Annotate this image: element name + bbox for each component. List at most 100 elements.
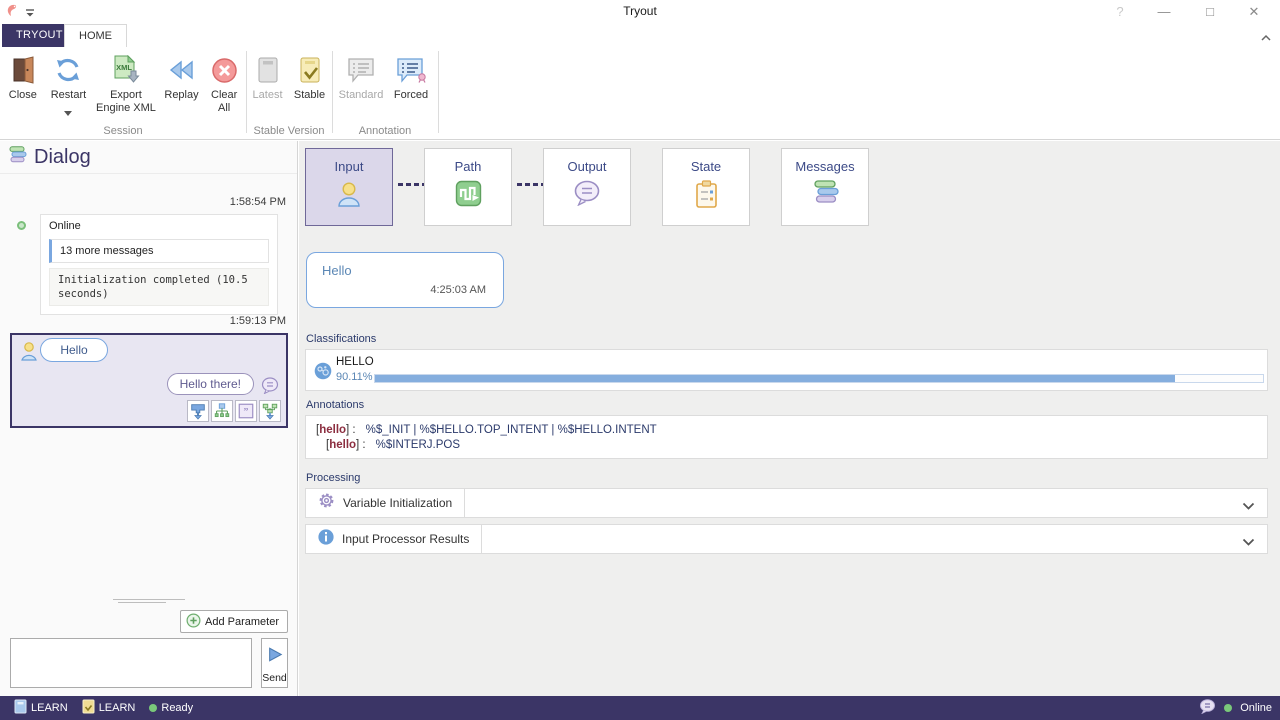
export-engine-xml-button[interactable]: XML Export Engine XML: [93, 51, 158, 123]
restart-icon: [54, 53, 82, 87]
show-output-text-button[interactable]: ”: [235, 400, 257, 422]
person-icon: [335, 180, 363, 213]
user-message-bubble[interactable]: Hello: [40, 338, 108, 362]
processing-row-header: Variable Initialization: [306, 489, 465, 517]
answer-bubble-icon: [261, 377, 279, 399]
ribbon-button-label: Latest: [253, 89, 283, 102]
bracket: ] :: [346, 424, 356, 436]
expand-chevron-icon[interactable]: [1242, 498, 1255, 516]
path-icon: [455, 180, 482, 212]
ribbon-button-label: Standard: [339, 89, 384, 102]
show-path-button[interactable]: [259, 400, 281, 422]
messages-icon: [812, 180, 839, 209]
show-flow-button[interactable]: [211, 400, 233, 422]
ribbon-button-label: Replay: [164, 89, 198, 102]
ready-dot-icon: [149, 704, 157, 712]
card-label: Messages: [795, 159, 854, 174]
annotations-panel: [hello] :%$_INIT | %$HELLO.TOP_INTENT | …: [305, 415, 1268, 459]
info-icon: [318, 529, 334, 550]
svg-text:”: ”: [244, 407, 249, 418]
xml-document-icon: XML: [112, 53, 140, 87]
expand-chevron-icon[interactable]: [1242, 534, 1255, 552]
close-session-button[interactable]: Close: [2, 51, 44, 123]
book-blue-icon: [14, 699, 27, 717]
maximize-button[interactable]: □: [1190, 0, 1230, 24]
ribbon-group-session: Close Restart XML Export Engine XML: [2, 47, 244, 139]
send-label: Send: [262, 672, 287, 684]
tab-card-output[interactable]: Output: [543, 148, 631, 226]
show-input-button[interactable]: [187, 400, 209, 422]
tab-home[interactable]: HOME: [64, 24, 127, 47]
send-icon: [267, 646, 283, 668]
quote-icon: ”: [237, 402, 255, 420]
processing-row-variable-initialization[interactable]: Variable Initialization: [305, 488, 1268, 518]
input-text: Hello: [322, 263, 352, 278]
system-message-group[interactable]: Online 13 more messages Initialization c…: [40, 214, 278, 315]
status-item-learn-latest[interactable]: LEARN: [14, 699, 68, 717]
selected-dialog-turn[interactable]: Hello Hello there! ”: [10, 333, 288, 428]
annotation-key: hello: [319, 424, 346, 436]
ribbon-group-label: Stable Version: [248, 125, 330, 137]
latest-button: Latest: [248, 51, 287, 104]
processing-section-label: Processing: [306, 472, 360, 484]
classification-name: HELLO: [336, 356, 374, 368]
send-button[interactable]: Send: [261, 638, 288, 688]
plus-icon: [186, 613, 201, 631]
dialog-panel: Dialog 1:58:54 PM Online 13 more message…: [0, 141, 298, 696]
minimize-button[interactable]: —: [1144, 0, 1184, 24]
clear-all-button[interactable]: Clear All: [204, 51, 244, 123]
annotation-value: %$INTERJ.POS: [376, 439, 460, 451]
ribbon-group-annotation: Standard Forced Annotation: [334, 47, 436, 139]
processing-row-input-processor-results[interactable]: Input Processor Results: [305, 524, 1268, 554]
user-input-field[interactable]: [10, 638, 252, 688]
funnel-down-icon: [189, 402, 207, 420]
help-button[interactable]: ?: [1100, 0, 1140, 24]
chat-bubble-icon[interactable]: [1199, 699, 1216, 717]
input-detail-panel: Input Path Output State Messages: [299, 141, 1280, 696]
status-item-learn-stable[interactable]: LEARN: [82, 699, 136, 717]
stable-book-icon: [298, 53, 322, 87]
classification-percent: 90.11%: [336, 371, 373, 383]
confidence-bar-fill: [375, 375, 1175, 382]
window-close-button[interactable]: ✕: [1234, 0, 1274, 24]
add-parameter-button[interactable]: Add Parameter: [180, 610, 288, 633]
ribbon-button-label: Clear All: [205, 89, 243, 114]
bot-message-bubble[interactable]: Hello there!: [167, 373, 254, 395]
clipboard-icon: [694, 180, 719, 214]
card-label: State: [691, 159, 721, 174]
dialog-panel-header: Dialog: [0, 141, 297, 174]
processing-row-label: Input Processor Results: [342, 532, 469, 546]
standard-annotation-button: Standard: [336, 51, 386, 104]
ribbon-separator: [246, 51, 247, 133]
classifications-section-label: Classifications: [306, 333, 376, 345]
bracket: ] :: [356, 439, 366, 451]
dialog-panel-title: Dialog: [34, 146, 91, 169]
forced-annotation-button[interactable]: Forced: [388, 51, 434, 104]
restart-button[interactable]: Restart: [46, 51, 92, 123]
svg-text:XML: XML: [116, 63, 132, 72]
input-text-card[interactable]: Hello 4:25:03 AM: [306, 252, 504, 308]
processing-row-header: Input Processor Results: [306, 525, 482, 553]
classification-icon: [314, 362, 332, 385]
ribbon-button-label: Export Engine XML: [94, 89, 157, 114]
tab-card-messages[interactable]: Messages: [781, 148, 869, 226]
card-label: Path: [455, 159, 482, 174]
restart-dropdown-icon[interactable]: [64, 103, 72, 121]
standard-annotation-icon: [347, 53, 375, 87]
online-status-dot: [17, 221, 26, 230]
ribbon-separator: [332, 51, 333, 133]
collapse-ribbon-icon[interactable]: [1260, 30, 1272, 48]
replay-button[interactable]: Replay: [161, 51, 203, 123]
stable-button[interactable]: Stable: [289, 51, 330, 104]
tab-card-state[interactable]: State: [662, 148, 750, 226]
tab-card-input[interactable]: Input: [305, 148, 393, 226]
latest-book-icon: [256, 53, 280, 87]
log-message-item: Initialization completed (10.5 seconds): [49, 268, 269, 306]
annotation-row: [hello] :%$_INIT | %$HELLO.TOP_INTENT | …: [316, 423, 1257, 438]
tab-card-path[interactable]: Path: [424, 148, 512, 226]
book-stable-icon: [82, 699, 95, 717]
more-messages-item[interactable]: 13 more messages: [49, 239, 269, 263]
turn2-timestamp: 1:59:13 PM: [230, 315, 286, 327]
confidence-bar-track: [374, 374, 1264, 383]
panel-splitter-handle[interactable]: [0, 599, 297, 607]
